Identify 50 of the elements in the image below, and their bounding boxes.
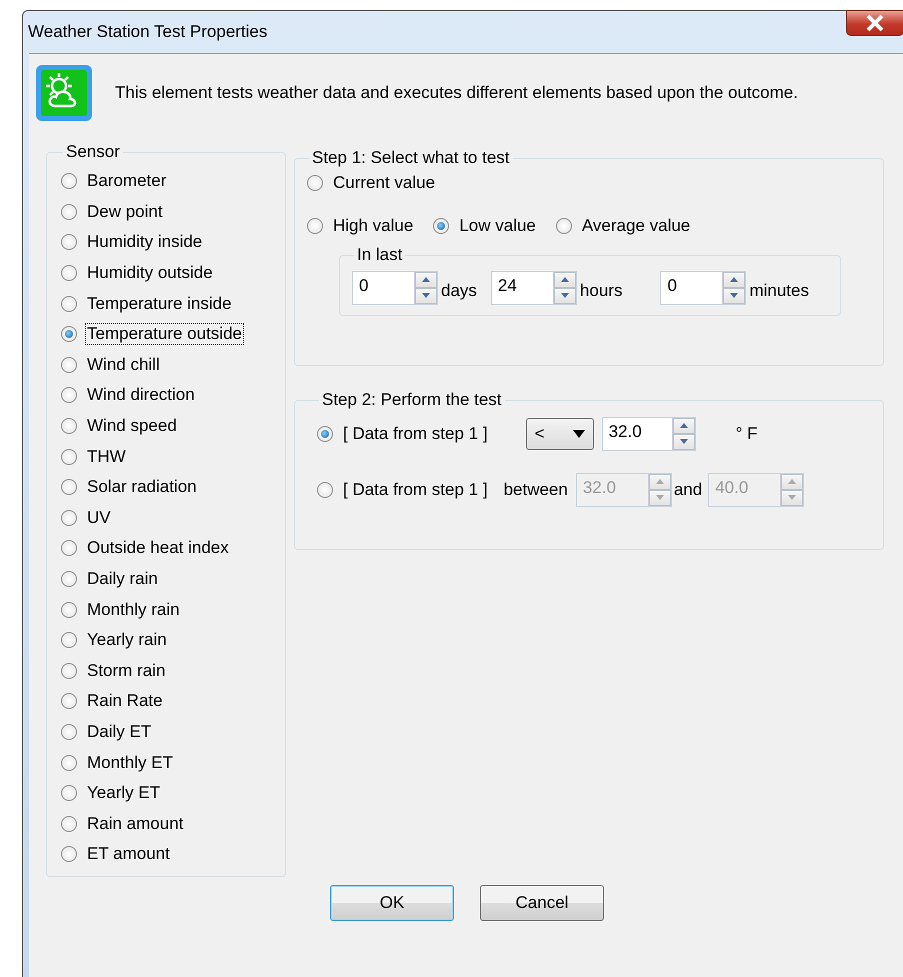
sensor-option[interactable]: Temperature inside bbox=[61, 288, 277, 319]
sensor-option[interactable]: Monthly ET bbox=[61, 747, 277, 778]
between-label: between bbox=[504, 480, 568, 500]
test-option[interactable]: Current value bbox=[307, 168, 871, 199]
sensor-option[interactable]: Yearly ET bbox=[61, 778, 277, 808]
test-option[interactable]: Low value bbox=[433, 210, 538, 242]
description-text: This element tests weather data and executes different elements based upon the outcome. bbox=[115, 83, 798, 103]
sensor-option[interactable]: UV bbox=[61, 502, 277, 534]
sensor-option[interactable]: Monthly rain bbox=[61, 594, 277, 625]
number-spinner[interactable]: 32.0 bbox=[602, 417, 696, 451]
sensor-option[interactable]: Wind direction bbox=[61, 380, 277, 411]
sensor-option[interactable]: Wind speed bbox=[61, 410, 277, 442]
sensor-option[interactable]: THW bbox=[61, 441, 277, 472]
unit-label: ° F bbox=[736, 424, 758, 444]
cancel-button[interactable]: Cancel bbox=[480, 885, 604, 921]
sensor-option[interactable]: Barometer bbox=[61, 166, 277, 197]
test-option[interactable]: High value bbox=[307, 210, 416, 242]
operator-dropdown[interactable]: < bbox=[526, 418, 594, 450]
number-spinner[interactable]: 24 bbox=[490, 271, 577, 306]
caret-icon bbox=[572, 430, 585, 438]
sensor-option[interactable]: Outside heat index bbox=[61, 533, 277, 564]
sensor-option[interactable]: Rain amount bbox=[61, 808, 277, 840]
sensor-option[interactable]: Solar radiation bbox=[61, 472, 277, 503]
sensor-option[interactable]: Humidity inside bbox=[61, 227, 277, 258]
number-spinner[interactable]: 0 bbox=[352, 271, 438, 306]
close-button[interactable] bbox=[846, 10, 903, 36]
sensor-option[interactable]: Storm rain bbox=[61, 656, 277, 686]
weather-icon bbox=[35, 64, 93, 122]
test-option[interactable]: Average value bbox=[556, 210, 692, 242]
close-icon bbox=[864, 14, 886, 32]
and-label: and bbox=[674, 480, 702, 500]
sensor-option[interactable]: Daily rain bbox=[61, 564, 277, 594]
unit-label: minutes bbox=[749, 281, 809, 302]
sensor-option[interactable]: Dew point bbox=[61, 196, 277, 228]
sensor-option[interactable]: Yearly rain bbox=[61, 624, 277, 656]
group-title: Sensor bbox=[65, 142, 121, 162]
unit-label: hours bbox=[580, 281, 622, 302]
group-title: Step 1: Select what to test bbox=[311, 148, 511, 168]
group-title: Step 2: Perform the test bbox=[321, 390, 503, 410]
ok-button[interactable]: OK bbox=[330, 885, 454, 921]
window-title: Weather Station Test Properties bbox=[28, 22, 268, 42]
sensor-option[interactable]: ET amount bbox=[61, 839, 277, 870]
sensor-option[interactable]: Humidity outside bbox=[61, 258, 277, 288]
number-spinner[interactable]: 0 bbox=[660, 271, 746, 306]
group-title: In last bbox=[356, 245, 404, 266]
unit-label: days bbox=[441, 281, 477, 302]
test-option[interactable]: [ Data from step 1 ] bbox=[317, 416, 490, 452]
sensor-option[interactable]: Daily ET bbox=[61, 716, 277, 748]
sensor-option[interactable]: Rain Rate bbox=[61, 686, 277, 717]
sensor-option[interactable]: Wind chill bbox=[61, 350, 277, 380]
